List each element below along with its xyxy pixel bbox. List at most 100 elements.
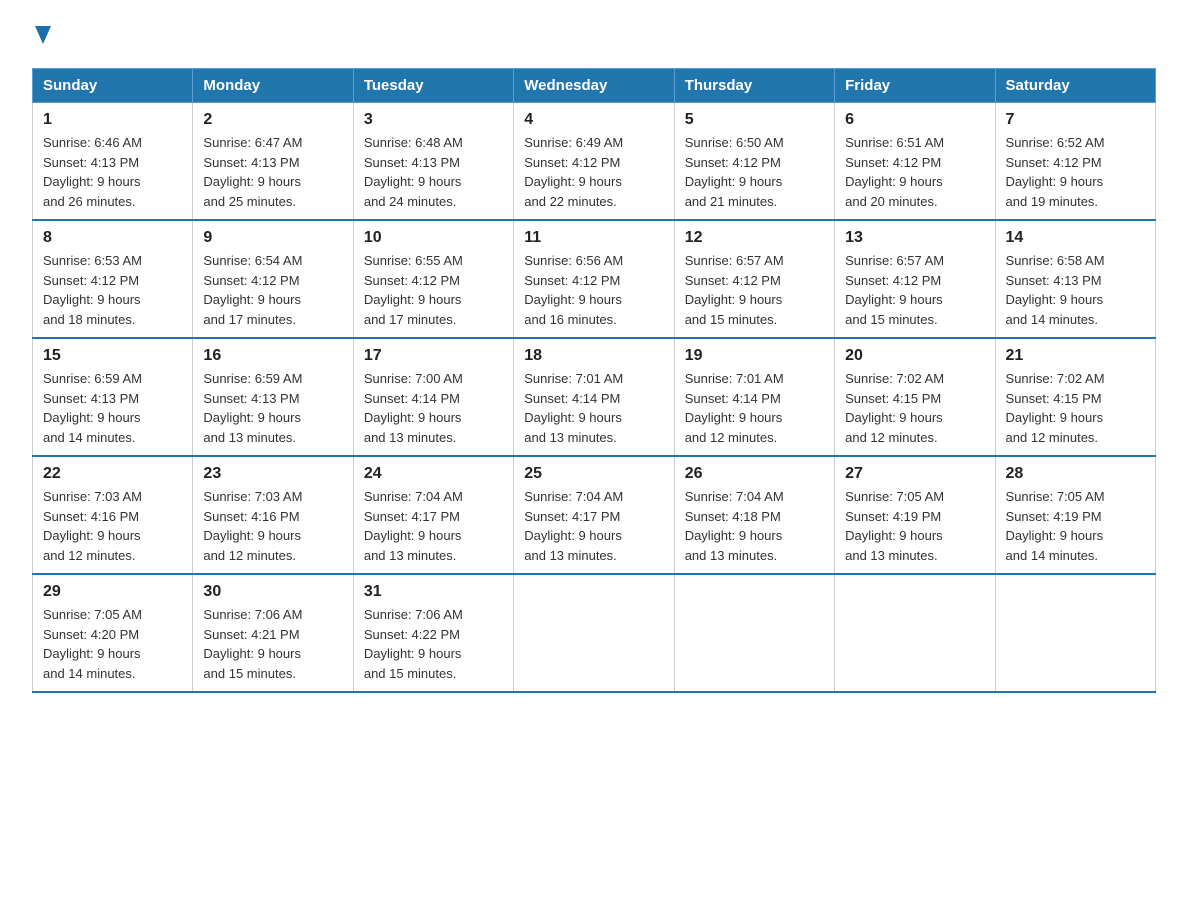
calendar-week-3: 15 Sunrise: 6:59 AMSunset: 4:13 PMDaylig… [33,338,1156,456]
calendar-cell: 23 Sunrise: 7:03 AMSunset: 4:16 PMDaylig… [193,456,353,574]
day-info: Sunrise: 6:59 AMSunset: 4:13 PMDaylight:… [43,371,142,445]
day-number: 21 [1006,347,1145,365]
day-info: Sunrise: 6:56 AMSunset: 4:12 PMDaylight:… [524,253,623,327]
calendar-cell: 30 Sunrise: 7:06 AMSunset: 4:21 PMDaylig… [193,574,353,692]
calendar-cell: 17 Sunrise: 7:00 AMSunset: 4:14 PMDaylig… [353,338,513,456]
day-number: 12 [685,229,824,247]
day-number: 23 [203,465,342,483]
day-number: 19 [685,347,824,365]
day-number: 30 [203,583,342,601]
calendar-cell: 4 Sunrise: 6:49 AMSunset: 4:12 PMDayligh… [514,103,674,221]
calendar-cell: 14 Sunrise: 6:58 AMSunset: 4:13 PMDaylig… [995,220,1155,338]
page-header [32,24,1156,48]
day-info: Sunrise: 6:53 AMSunset: 4:12 PMDaylight:… [43,253,142,327]
logo-triangle-icon [35,26,51,48]
day-number: 8 [43,229,182,247]
calendar-cell: 20 Sunrise: 7:02 AMSunset: 4:15 PMDaylig… [835,338,995,456]
calendar-cell: 16 Sunrise: 6:59 AMSunset: 4:13 PMDaylig… [193,338,353,456]
calendar-header: SundayMondayTuesdayWednesdayThursdayFrid… [33,69,1156,103]
day-number: 11 [524,229,663,247]
calendar-week-1: 1 Sunrise: 6:46 AMSunset: 4:13 PMDayligh… [33,103,1156,221]
day-info: Sunrise: 6:57 AMSunset: 4:12 PMDaylight:… [845,253,944,327]
day-info: Sunrise: 7:00 AMSunset: 4:14 PMDaylight:… [364,371,463,445]
day-info: Sunrise: 7:05 AMSunset: 4:20 PMDaylight:… [43,607,142,681]
calendar-cell: 1 Sunrise: 6:46 AMSunset: 4:13 PMDayligh… [33,103,193,221]
day-info: Sunrise: 6:47 AMSunset: 4:13 PMDaylight:… [203,135,302,209]
day-info: Sunrise: 7:02 AMSunset: 4:15 PMDaylight:… [845,371,944,445]
calendar-cell: 7 Sunrise: 6:52 AMSunset: 4:12 PMDayligh… [995,103,1155,221]
day-info: Sunrise: 7:01 AMSunset: 4:14 PMDaylight:… [685,371,784,445]
day-number: 2 [203,111,342,129]
day-number: 20 [845,347,984,365]
calendar-cell: 13 Sunrise: 6:57 AMSunset: 4:12 PMDaylig… [835,220,995,338]
calendar-cell: 9 Sunrise: 6:54 AMSunset: 4:12 PMDayligh… [193,220,353,338]
day-number: 5 [685,111,824,129]
calendar-week-5: 29 Sunrise: 7:05 AMSunset: 4:20 PMDaylig… [33,574,1156,692]
calendar-cell [514,574,674,692]
logo-line1 [32,24,51,48]
day-number: 4 [524,111,663,129]
calendar-cell: 11 Sunrise: 6:56 AMSunset: 4:12 PMDaylig… [514,220,674,338]
calendar-cell: 24 Sunrise: 7:04 AMSunset: 4:17 PMDaylig… [353,456,513,574]
day-info: Sunrise: 7:03 AMSunset: 4:16 PMDaylight:… [203,489,302,563]
day-number: 1 [43,111,182,129]
day-number: 22 [43,465,182,483]
day-number: 18 [524,347,663,365]
calendar-cell: 21 Sunrise: 7:02 AMSunset: 4:15 PMDaylig… [995,338,1155,456]
day-info: Sunrise: 6:59 AMSunset: 4:13 PMDaylight:… [203,371,302,445]
day-header-monday: Monday [193,69,353,103]
day-info: Sunrise: 6:55 AMSunset: 4:12 PMDaylight:… [364,253,463,327]
calendar-cell: 28 Sunrise: 7:05 AMSunset: 4:19 PMDaylig… [995,456,1155,574]
calendar-cell: 25 Sunrise: 7:04 AMSunset: 4:17 PMDaylig… [514,456,674,574]
day-info: Sunrise: 7:06 AMSunset: 4:22 PMDaylight:… [364,607,463,681]
day-info: Sunrise: 7:01 AMSunset: 4:14 PMDaylight:… [524,371,623,445]
calendar-cell: 26 Sunrise: 7:04 AMSunset: 4:18 PMDaylig… [674,456,834,574]
day-number: 24 [364,465,503,483]
day-header-sunday: Sunday [33,69,193,103]
day-number: 15 [43,347,182,365]
day-info: Sunrise: 6:48 AMSunset: 4:13 PMDaylight:… [364,135,463,209]
day-info: Sunrise: 7:05 AMSunset: 4:19 PMDaylight:… [845,489,944,563]
day-number: 26 [685,465,824,483]
calendar-cell: 19 Sunrise: 7:01 AMSunset: 4:14 PMDaylig… [674,338,834,456]
day-number: 9 [203,229,342,247]
day-number: 28 [1006,465,1145,483]
calendar-cell: 31 Sunrise: 7:06 AMSunset: 4:22 PMDaylig… [353,574,513,692]
calendar-cell [674,574,834,692]
day-info: Sunrise: 6:49 AMSunset: 4:12 PMDaylight:… [524,135,623,209]
day-number: 7 [1006,111,1145,129]
day-info: Sunrise: 7:02 AMSunset: 4:15 PMDaylight:… [1006,371,1105,445]
day-number: 27 [845,465,984,483]
day-info: Sunrise: 7:06 AMSunset: 4:21 PMDaylight:… [203,607,302,681]
day-info: Sunrise: 6:57 AMSunset: 4:12 PMDaylight:… [685,253,784,327]
day-header-row: SundayMondayTuesdayWednesdayThursdayFrid… [33,69,1156,103]
calendar-week-2: 8 Sunrise: 6:53 AMSunset: 4:12 PMDayligh… [33,220,1156,338]
day-number: 16 [203,347,342,365]
calendar-cell: 6 Sunrise: 6:51 AMSunset: 4:12 PMDayligh… [835,103,995,221]
day-number: 13 [845,229,984,247]
calendar-cell: 10 Sunrise: 6:55 AMSunset: 4:12 PMDaylig… [353,220,513,338]
day-number: 17 [364,347,503,365]
calendar-cell: 15 Sunrise: 6:59 AMSunset: 4:13 PMDaylig… [33,338,193,456]
calendar-cell: 5 Sunrise: 6:50 AMSunset: 4:12 PMDayligh… [674,103,834,221]
day-number: 25 [524,465,663,483]
day-info: Sunrise: 6:51 AMSunset: 4:12 PMDaylight:… [845,135,944,209]
day-info: Sunrise: 6:50 AMSunset: 4:12 PMDaylight:… [685,135,784,209]
day-info: Sunrise: 7:03 AMSunset: 4:16 PMDaylight:… [43,489,142,563]
day-number: 10 [364,229,503,247]
calendar-cell: 3 Sunrise: 6:48 AMSunset: 4:13 PMDayligh… [353,103,513,221]
day-info: Sunrise: 6:58 AMSunset: 4:13 PMDaylight:… [1006,253,1105,327]
day-header-friday: Friday [835,69,995,103]
day-header-thursday: Thursday [674,69,834,103]
calendar-cell [995,574,1155,692]
day-number: 29 [43,583,182,601]
day-header-wednesday: Wednesday [514,69,674,103]
calendar-cell: 22 Sunrise: 7:03 AMSunset: 4:16 PMDaylig… [33,456,193,574]
day-info: Sunrise: 6:54 AMSunset: 4:12 PMDaylight:… [203,253,302,327]
day-info: Sunrise: 7:05 AMSunset: 4:19 PMDaylight:… [1006,489,1105,563]
calendar-cell: 12 Sunrise: 6:57 AMSunset: 4:12 PMDaylig… [674,220,834,338]
day-info: Sunrise: 7:04 AMSunset: 4:17 PMDaylight:… [364,489,463,563]
calendar-cell: 27 Sunrise: 7:05 AMSunset: 4:19 PMDaylig… [835,456,995,574]
logo [32,24,51,48]
day-info: Sunrise: 6:46 AMSunset: 4:13 PMDaylight:… [43,135,142,209]
